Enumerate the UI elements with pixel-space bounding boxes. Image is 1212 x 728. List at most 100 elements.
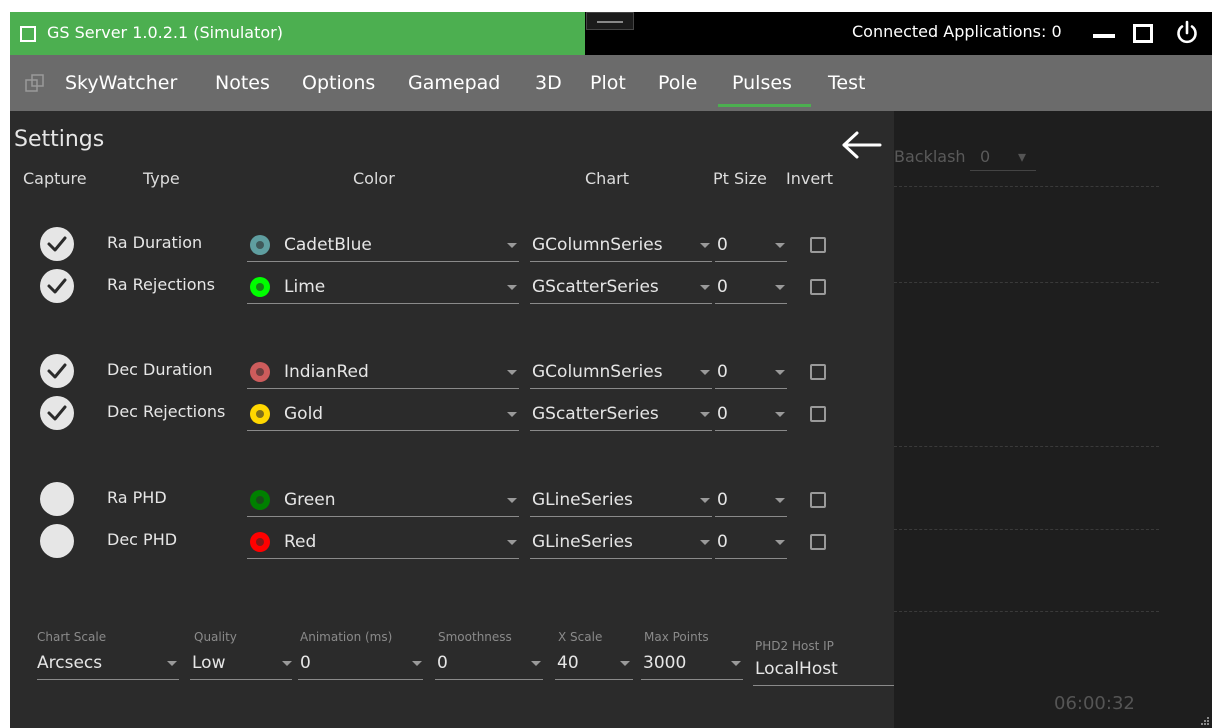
minimize-icon[interactable]: [1093, 34, 1115, 38]
series-row: Dec PHD Red GLineSeries 0: [10, 521, 894, 561]
chevron-down-icon: [282, 661, 292, 666]
connected-applications: Connected Applications: 0: [852, 22, 1062, 41]
popout-icon[interactable]: [25, 74, 45, 94]
capture-toggle[interactable]: [40, 269, 74, 303]
chevron-down-icon: [507, 540, 517, 545]
menu-options[interactable]: Options: [302, 72, 375, 94]
pt-size-select[interactable]: 0: [715, 230, 787, 262]
checkmark-icon: [47, 278, 67, 294]
phd2-host-input[interactable]: LocalHost: [753, 654, 894, 686]
chart-scale-label: Chart Scale: [37, 630, 107, 644]
capture-toggle[interactable]: [40, 354, 74, 388]
menu-notes[interactable]: Notes: [215, 72, 270, 94]
chevron-down-icon: [700, 412, 710, 417]
quality-select[interactable]: Low: [190, 648, 292, 680]
menu-plot[interactable]: Plot: [590, 72, 626, 94]
capture-toggle[interactable]: [40, 524, 74, 558]
quality-label: Quality: [194, 630, 237, 644]
pt-size-select[interactable]: 0: [715, 527, 787, 559]
series-row: Ra PHD Green GLineSeries 0: [10, 479, 894, 519]
color-select[interactable]: CadetBlue: [247, 230, 519, 262]
x-scale-value: 40: [557, 653, 579, 673]
invert-checkbox[interactable]: [810, 237, 826, 253]
chart-series-select[interactable]: GColumnSeries: [530, 230, 712, 262]
chart-series-select[interactable]: GLineSeries: [530, 527, 712, 559]
x-scale-select[interactable]: 40: [555, 648, 633, 680]
capture-toggle[interactable]: [40, 482, 74, 516]
color-select[interactable]: Red: [247, 527, 519, 559]
pt-size-select[interactable]: 0: [715, 399, 787, 431]
chart-series-select[interactable]: GColumnSeries: [530, 357, 712, 389]
capture-toggle[interactable]: [40, 227, 74, 261]
series-type-label: Ra Duration: [107, 233, 203, 252]
chevron-down-icon: [775, 285, 785, 290]
invert-checkbox[interactable]: [810, 534, 826, 550]
x-scale-field[interactable]: X Scale 40: [555, 620, 633, 680]
series-type-label: Dec Duration: [107, 360, 213, 379]
resize-grip-icon[interactable]: [1200, 716, 1210, 726]
settings-title: Settings: [14, 127, 105, 152]
active-tab-indicator: [718, 104, 811, 107]
chevron-down-icon: [167, 661, 177, 666]
pt-size-select[interactable]: 0: [715, 357, 787, 389]
chevron-down-icon: [700, 243, 710, 248]
back-arrow-icon[interactable]: [840, 129, 882, 161]
color-swatch-icon: [250, 404, 270, 424]
invert-checkbox[interactable]: [810, 364, 826, 380]
pt-size-value: 0: [717, 490, 728, 510]
chart-series-select[interactable]: GLineSeries: [530, 485, 712, 517]
chart-scale-select[interactable]: Arcsecs: [37, 648, 179, 680]
color-select[interactable]: IndianRed: [247, 357, 519, 389]
smoothness-field[interactable]: Smoothness 0: [435, 620, 543, 680]
color-name: CadetBlue: [284, 235, 372, 255]
smoothness-select[interactable]: 0: [435, 648, 543, 680]
chart-scale-value: Arcsecs: [37, 653, 103, 673]
drag-handle[interactable]: [586, 12, 634, 30]
pt-size-select[interactable]: 0: [715, 272, 787, 304]
grid-line: [894, 282, 1159, 283]
pt-size-select[interactable]: 0: [715, 485, 787, 517]
app-icon: [20, 26, 36, 42]
chevron-down-icon: [775, 498, 785, 503]
menu-pulses[interactable]: Pulses: [732, 72, 792, 94]
animation-label: Animation (ms): [300, 630, 393, 644]
invert-checkbox[interactable]: [810, 492, 826, 508]
column-header-capture: Capture: [23, 169, 87, 188]
menu-3d[interactable]: 3D: [535, 72, 562, 94]
chart-series-name: GColumnSeries: [532, 235, 663, 255]
menu-test[interactable]: Test: [828, 72, 865, 94]
phd2-host-field[interactable]: PHD2 Host IP LocalHost: [753, 620, 894, 686]
backlash-label: Backlash: [894, 147, 966, 166]
invert-checkbox[interactable]: [810, 406, 826, 422]
chevron-down-icon: [507, 498, 517, 503]
chart-series-select[interactable]: GScatterSeries: [530, 272, 712, 304]
animation-select[interactable]: 0: [298, 648, 423, 680]
menu-skywatcher[interactable]: SkyWatcher: [65, 72, 177, 94]
capture-toggle[interactable]: [40, 396, 74, 430]
chevron-down-icon: [620, 661, 630, 666]
menu-pole[interactable]: Pole: [658, 72, 697, 94]
max-points-field[interactable]: Max Points 3000: [641, 620, 743, 680]
invert-checkbox[interactable]: [810, 279, 826, 295]
power-icon[interactable]: [1174, 20, 1200, 46]
backlash-select[interactable]: 0 ▾: [970, 147, 1036, 171]
maximize-icon[interactable]: [1133, 24, 1153, 43]
chart-scale-field[interactable]: Chart Scale Arcsecs: [37, 620, 179, 680]
color-select[interactable]: Gold: [247, 399, 519, 431]
x-scale-label: X Scale: [558, 630, 603, 644]
chart-series-name: GColumnSeries: [532, 362, 663, 382]
title-bar: GS Server 1.0.2.1 (Simulator) Connected …: [10, 12, 1212, 55]
chevron-down-icon: [775, 243, 785, 248]
quality-field[interactable]: Quality Low: [190, 620, 292, 680]
menu-gamepad[interactable]: Gamepad: [408, 72, 500, 94]
app-window: GS Server 1.0.2.1 (Simulator) Connected …: [10, 12, 1212, 728]
color-swatch-icon: [250, 362, 270, 382]
animation-field[interactable]: Animation (ms) 0: [298, 620, 423, 680]
chart-series-name: GScatterSeries: [532, 404, 659, 424]
max-points-select[interactable]: 3000: [641, 648, 743, 680]
phd2-host-label: PHD2 Host IP: [755, 639, 834, 653]
chart-series-select[interactable]: GScatterSeries: [530, 399, 712, 431]
color-swatch-icon: [250, 490, 270, 510]
color-select[interactable]: Lime: [247, 272, 519, 304]
color-select[interactable]: Green: [247, 485, 519, 517]
